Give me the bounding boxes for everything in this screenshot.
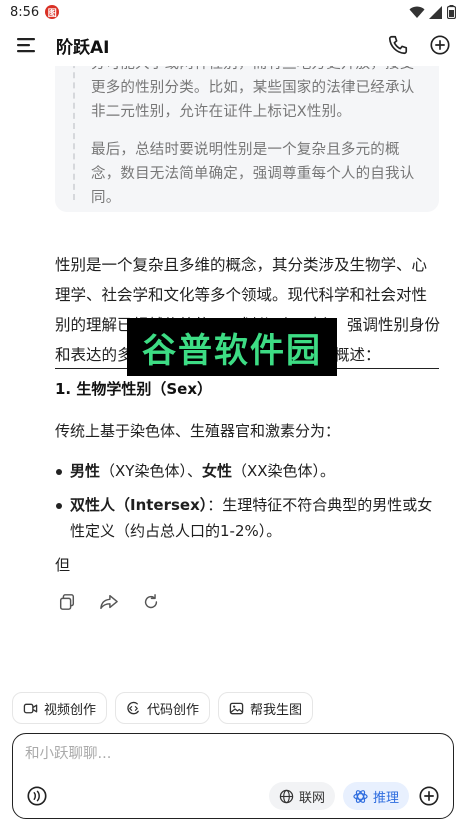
reasoning-toggle[interactable]: 推理 [342,782,409,810]
reasoning-text-2: 最后，总结时要说明性别是一个复杂且多元的概念，数目无法简单确定，强调尊重每个人的… [91,142,415,206]
notification-badge-icon: 图 [45,5,60,19]
image-create-button[interactable]: 帮我生图 [218,692,314,724]
status-bar: 8:56 图 [0,0,466,24]
list-item: 双性人（Intersex）：生理特征不符合典型的男性或女性定义（约占总人口的1-… [55,492,440,544]
watermark-logo: 谷普软件园 [127,318,337,376]
video-icon [23,703,38,713]
section-text: 传统上基于染色体、生殖器官和激素分为： [55,422,341,440]
copy-icon[interactable] [55,590,79,614]
message-actions [55,590,163,614]
app-header: 阶跃AI [0,24,466,66]
reasoning-block: 分可能大于或两种性别，而有些地方更开放，接受更多的性别分类。比如，某些国家的法律… [55,66,439,212]
streaming-text: 但 [55,556,71,574]
watermark-text: 谷普软件园 [142,330,322,371]
regenerate-icon[interactable] [139,590,163,614]
section-heading: 1. 生物学性别（Sex） [55,380,213,398]
code-create-button[interactable]: 代码创作 [115,692,211,724]
web-search-toggle[interactable]: 联网 [268,782,335,810]
status-time: 8:56 [10,4,40,20]
bullet-list: 男性（XY染色体）、女性（XX染色体）。 双性人（Intersex）：生理特征不… [55,458,440,552]
quick-actions: 视频创作 代码创作 帮我生图 [12,692,314,724]
reasoning-text-1: 分可能大于或两种性别，而有些地方更开放，接受更多的性别分类。比如，某些国家的法律… [91,66,415,120]
list-item: 男性（XY染色体）、女性（XX染色体）。 [55,458,440,484]
page-title: 阶跃AI [56,37,110,58]
reasoning-icon [353,789,368,803]
attach-plus-icon[interactable] [417,784,441,808]
message-composer: 联网 推理 [12,733,454,819]
image-icon [229,702,244,714]
wifi-icon [409,6,425,18]
share-icon[interactable] [97,590,121,614]
status-icons [409,5,456,19]
menu-icon[interactable] [14,32,40,58]
signal-icon [429,5,442,19]
code-icon [127,701,139,714]
globe-icon [279,789,294,803]
chat-input[interactable] [25,746,435,762]
voice-input-icon[interactable] [25,784,49,808]
phone-call-icon[interactable] [386,33,410,57]
new-chat-icon[interactable] [428,33,452,57]
battery-icon [447,5,456,19]
video-create-button[interactable]: 视频创作 [12,692,108,724]
